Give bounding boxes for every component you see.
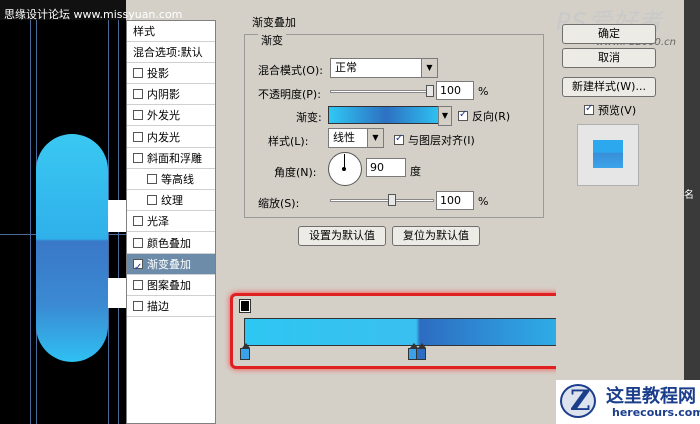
opacity-label: 不透明度(P): bbox=[258, 88, 321, 101]
group-title: 渐变 bbox=[258, 32, 286, 48]
style-list-label: 渐变叠加 bbox=[147, 257, 191, 271]
site-logo-url: herecours.com bbox=[612, 406, 700, 419]
style-list-label: 颜色叠加 bbox=[147, 236, 191, 250]
style-list-label: 内发光 bbox=[147, 130, 180, 144]
blend-mode-select[interactable]: 正常 ▼ bbox=[330, 58, 438, 78]
align-label: 与图层对齐(I) bbox=[408, 134, 475, 147]
angle-unit: 度 bbox=[410, 165, 421, 178]
gradient-style-value: 线性 bbox=[333, 131, 355, 144]
style-list-item[interactable]: 内阴影 bbox=[127, 84, 215, 106]
preview-checkbox[interactable] bbox=[584, 103, 594, 115]
style-list-checkbox[interactable] bbox=[133, 257, 143, 278]
style-list-item[interactable]: 颜色叠加 bbox=[127, 233, 215, 254]
blend-mode-value: 正常 bbox=[335, 61, 357, 74]
reverse-label: 反向(R) bbox=[472, 110, 511, 123]
chevron-down-icon: ▼ bbox=[421, 59, 437, 77]
scale-input[interactable]: 100 bbox=[436, 191, 474, 210]
style-list-label: 描边 bbox=[147, 300, 169, 314]
style-list-checkbox[interactable] bbox=[133, 110, 143, 121]
pill-shape bbox=[36, 134, 108, 362]
section-title: 渐变叠加 bbox=[252, 16, 296, 29]
style-list-item[interactable]: 图案叠加 bbox=[127, 275, 215, 296]
angle-input[interactable]: 90 bbox=[366, 158, 406, 177]
background-panel-edge bbox=[684, 0, 700, 424]
reverse-checkbox[interactable] bbox=[458, 109, 468, 121]
style-list-item[interactable]: 投影 bbox=[127, 63, 215, 84]
canvas-white-block bbox=[108, 278, 126, 308]
scale-unit: % bbox=[478, 195, 489, 208]
style-list-item[interactable]: 纹理 bbox=[127, 190, 215, 212]
opacity-stop-left[interactable] bbox=[239, 299, 251, 313]
style-list-item[interactable]: 等高线 bbox=[127, 169, 215, 190]
scale-label: 缩放(S): bbox=[258, 197, 300, 210]
angle-dial-center bbox=[342, 167, 346, 171]
blend-options-item[interactable]: 混合选项:默认 bbox=[127, 42, 215, 63]
style-list-header[interactable]: 样式 bbox=[127, 21, 215, 42]
blend-mode-label: 混合模式(O): bbox=[258, 64, 323, 77]
scale-slider[interactable] bbox=[330, 199, 434, 202]
color-stop-middle-b[interactable] bbox=[416, 343, 426, 360]
opacity-input[interactable]: 100 bbox=[436, 81, 474, 100]
site-logo-glyph: Z bbox=[570, 384, 591, 417]
preview-option[interactable]: 预览(V) bbox=[584, 102, 636, 118]
cancel-button[interactable]: 取消 bbox=[562, 48, 656, 68]
style-list-label: 投影 bbox=[147, 67, 169, 80]
site-logo-name: 这里教程网 bbox=[606, 386, 696, 407]
style-list-item[interactable]: 内发光 bbox=[127, 127, 215, 148]
scale-slider-thumb[interactable] bbox=[388, 194, 396, 206]
style-label: 样式(L): bbox=[268, 135, 309, 148]
gradient-dropdown[interactable]: ▼ bbox=[438, 106, 452, 126]
angle-label: 角度(N): bbox=[274, 166, 317, 179]
style-list-label: 内阴影 bbox=[147, 88, 180, 102]
style-list-label: 斜面和浮雕 bbox=[147, 151, 202, 165]
chevron-down-icon: ▼ bbox=[367, 129, 383, 147]
opacity-slider-thumb[interactable] bbox=[426, 85, 434, 97]
preview-label: 预览(V) bbox=[598, 104, 637, 117]
chevron-down-icon: ▼ bbox=[438, 107, 451, 125]
style-list-checkbox[interactable] bbox=[133, 237, 143, 248]
style-list-checkbox[interactable] bbox=[147, 174, 157, 184]
gradient-label: 渐变: bbox=[296, 111, 322, 124]
style-list-checkbox[interactable] bbox=[133, 68, 143, 78]
style-list-label: 外发光 bbox=[147, 109, 180, 123]
style-list-checkbox[interactable] bbox=[147, 195, 157, 206]
style-list-label: 纹理 bbox=[161, 194, 183, 208]
layer-style-list: 样式 混合选项:默认 投影内阴影外发光内发光斜面和浮雕等高线纹理光泽颜色叠加渐变… bbox=[126, 20, 216, 424]
style-list-label: 图案叠加 bbox=[147, 279, 191, 292]
style-list-checkbox[interactable] bbox=[133, 89, 143, 100]
style-list-checkbox[interactable] bbox=[133, 216, 143, 227]
new-style-button[interactable]: 新建样式(W)... bbox=[562, 77, 656, 97]
style-list-item[interactable]: 渐变叠加 bbox=[127, 253, 215, 278]
color-stop-left[interactable] bbox=[240, 343, 250, 360]
canvas-white-block bbox=[108, 200, 126, 232]
guide-line bbox=[30, 0, 31, 424]
style-list-item[interactable]: 斜面和浮雕 bbox=[127, 148, 215, 169]
style-list-checkbox[interactable] bbox=[133, 301, 143, 312]
style-list-item[interactable]: 描边 bbox=[127, 296, 215, 318]
reverse-option[interactable]: 反向(R) bbox=[458, 108, 510, 124]
style-list-label: 光泽 bbox=[147, 215, 169, 229]
align-checkbox[interactable] bbox=[394, 133, 404, 145]
gradient-style-select[interactable]: 线性 ▼ bbox=[328, 128, 384, 148]
ok-button[interactable]: 确定 bbox=[562, 24, 656, 44]
style-list-item[interactable]: 外发光 bbox=[127, 105, 215, 127]
background-panel-label: 名 bbox=[684, 190, 694, 201]
style-list-checkbox[interactable] bbox=[133, 280, 143, 290]
style-list-label: 等高线 bbox=[161, 173, 194, 186]
style-list-checkbox[interactable] bbox=[133, 152, 143, 163]
gradient-picker-swatch[interactable] bbox=[328, 106, 444, 124]
set-default-button[interactable]: 设置为默认值 bbox=[298, 226, 386, 246]
align-option[interactable]: 与图层对齐(I) bbox=[394, 132, 475, 148]
opacity-unit: % bbox=[478, 85, 489, 98]
reset-default-button[interactable]: 复位为默认值 bbox=[392, 226, 480, 246]
style-preview-swatch bbox=[593, 140, 623, 168]
opacity-slider[interactable] bbox=[330, 90, 434, 93]
style-list-item[interactable]: 光泽 bbox=[127, 211, 215, 233]
style-list-checkbox[interactable] bbox=[133, 131, 143, 142]
